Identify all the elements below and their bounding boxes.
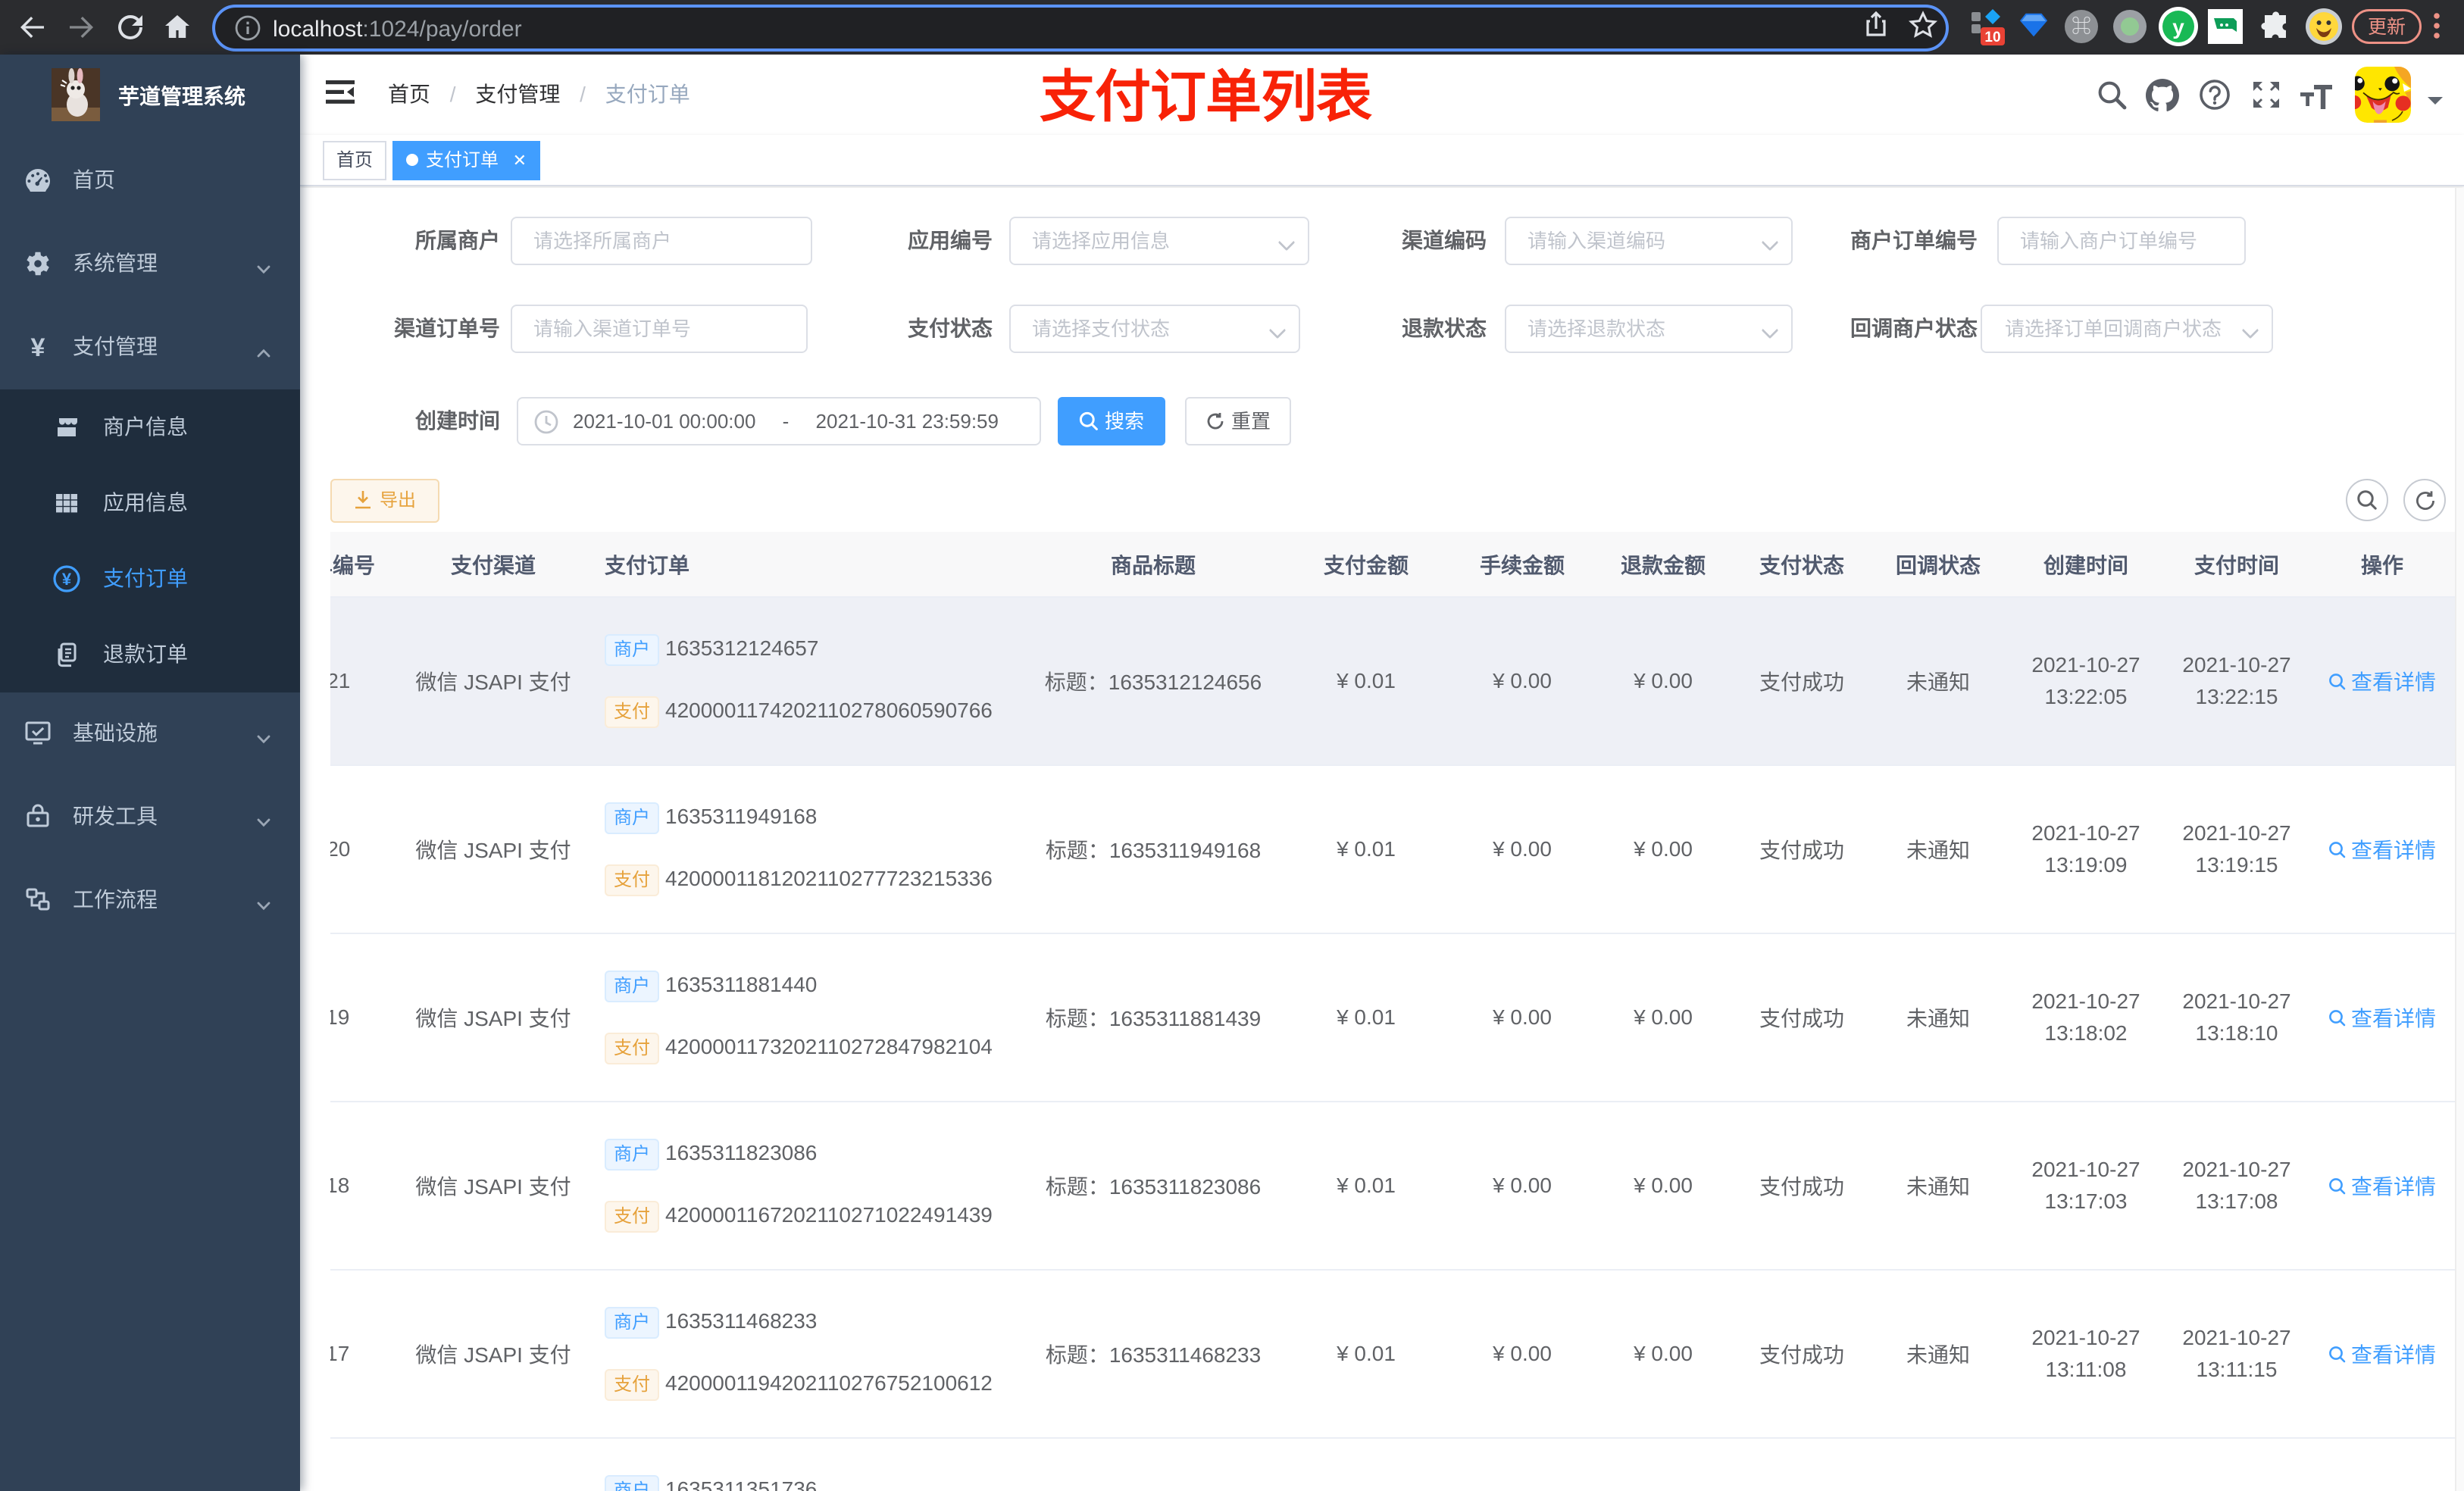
svg-text:y: y — [2172, 15, 2184, 39]
svg-text:10: 10 — [1984, 30, 2000, 45]
svg-text:⌘: ⌘ — [2072, 15, 2091, 38]
svg-text:¥: ¥ — [62, 570, 72, 589]
